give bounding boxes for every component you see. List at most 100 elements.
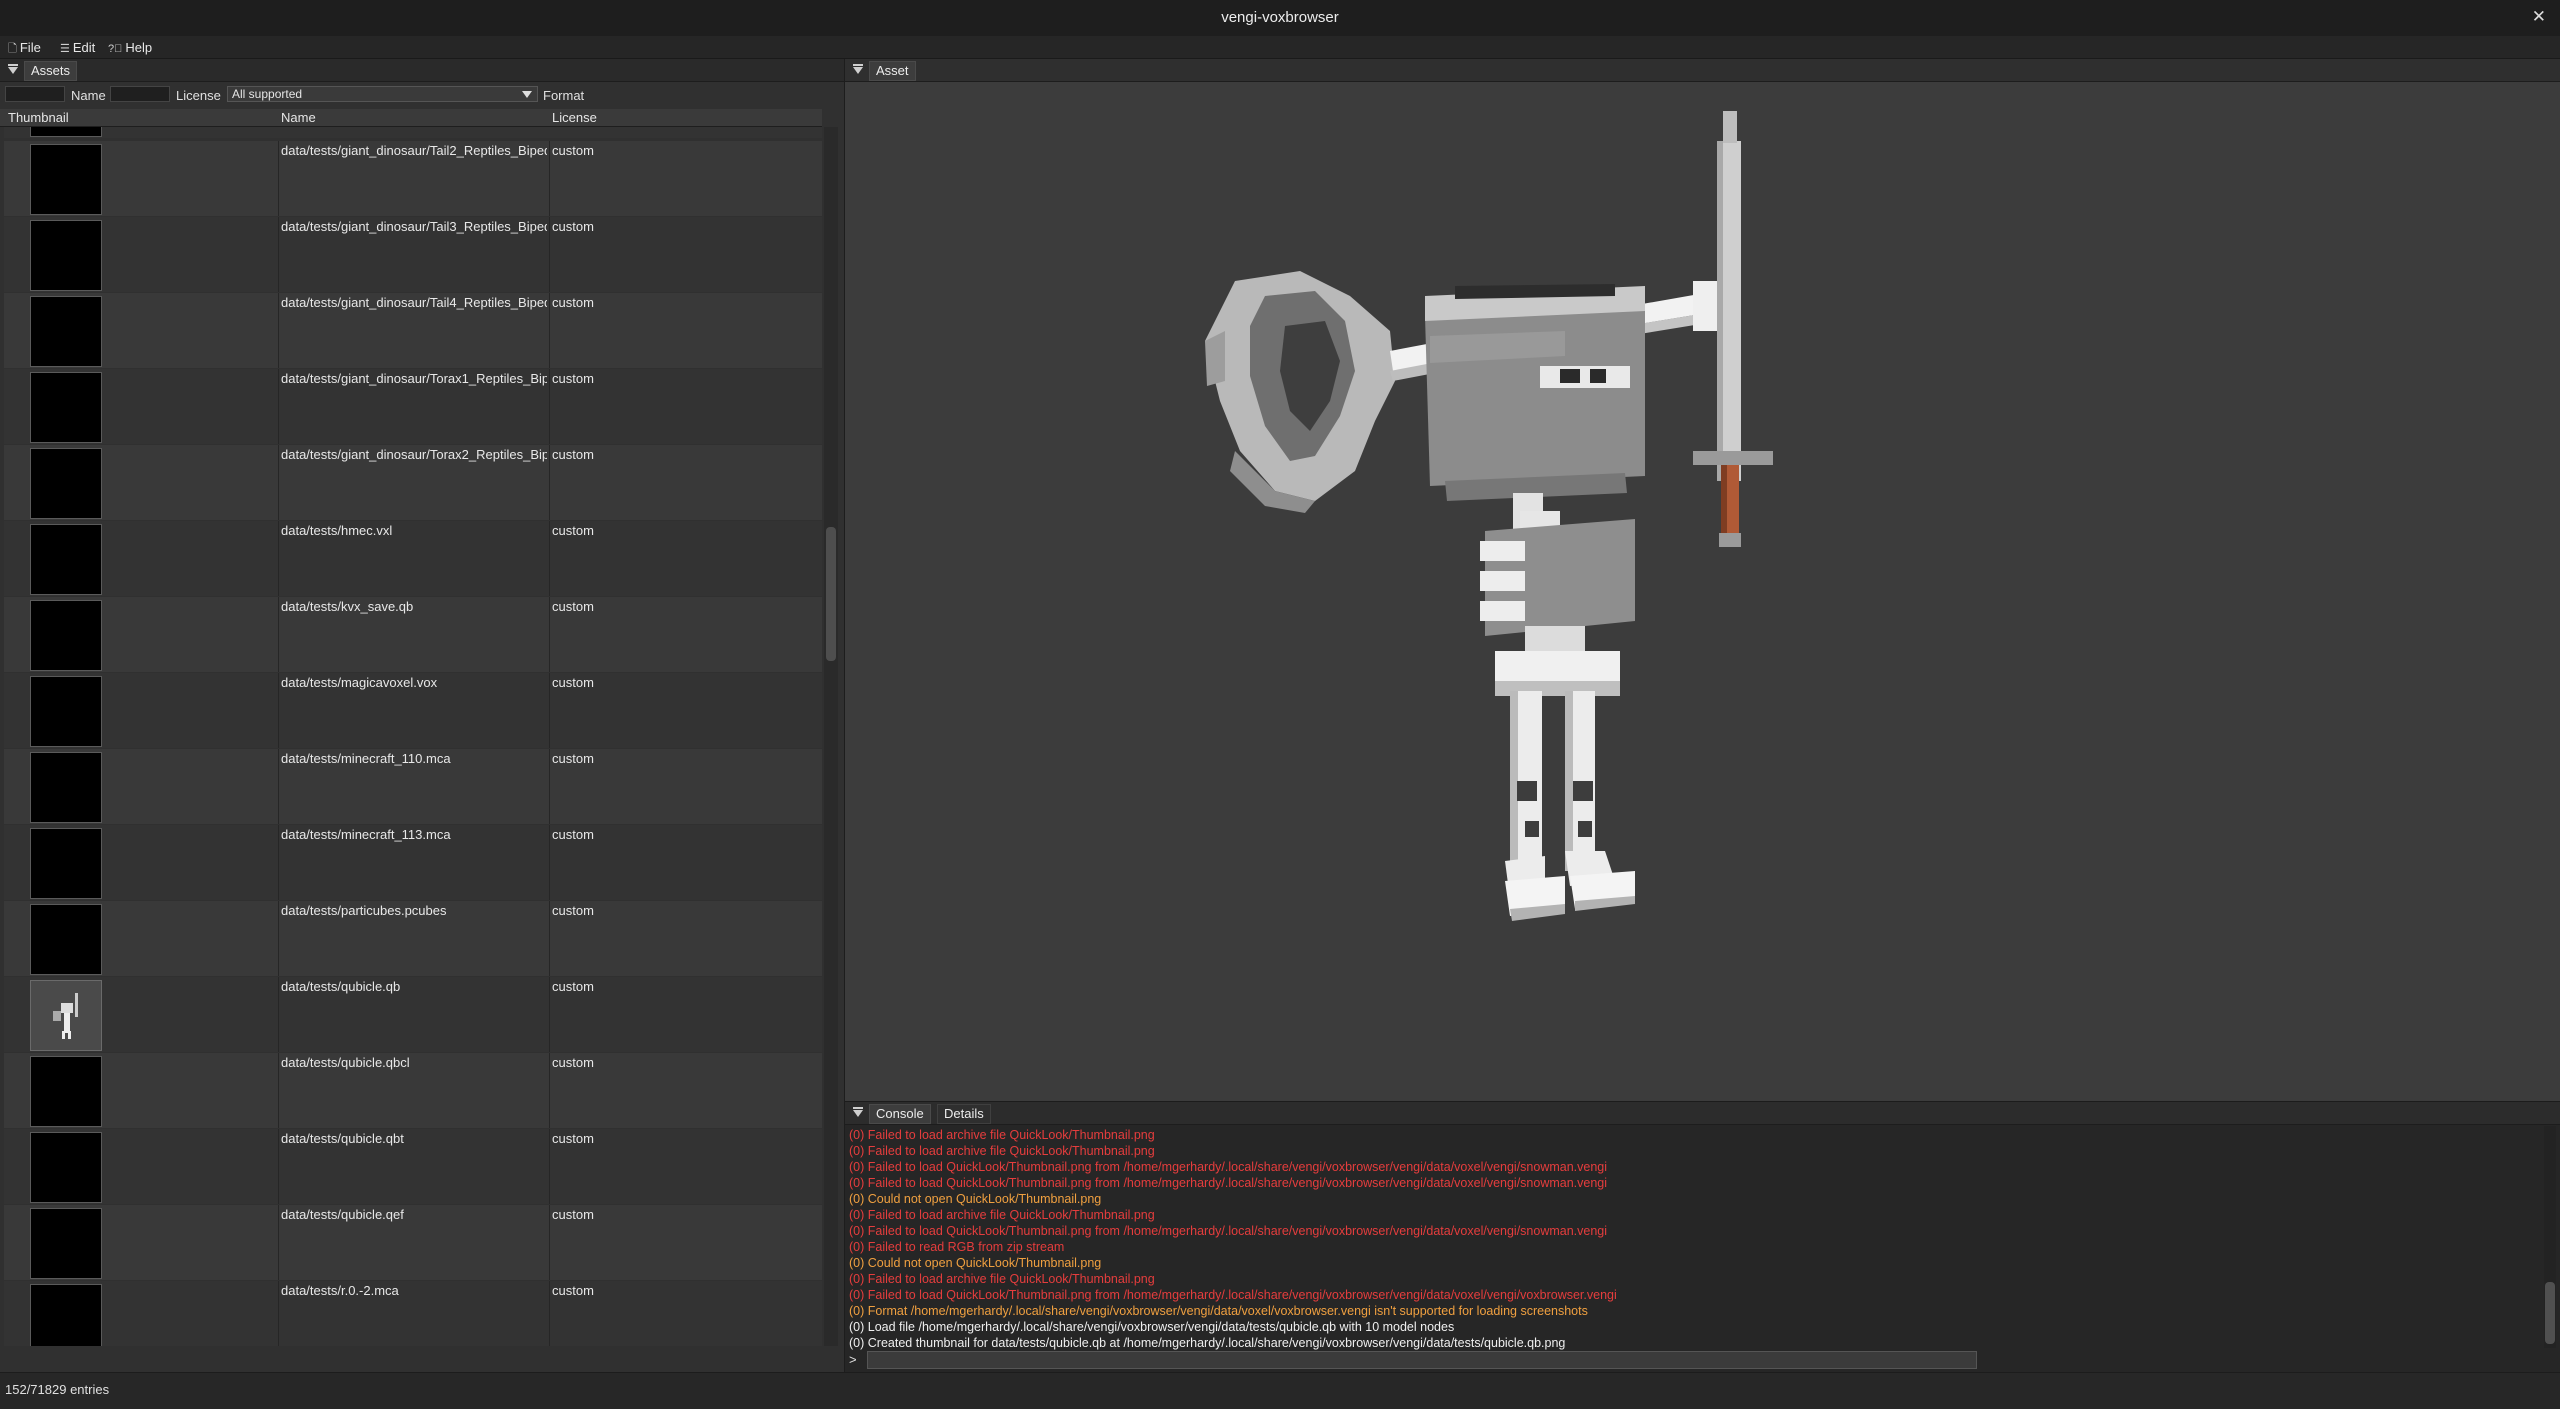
log-line-warn: (0) Could not open QuickLook/Thumbnail.p… — [849, 1256, 1102, 1270]
asset-name: data/tests/particubes.pcubes — [281, 903, 447, 918]
log-line-info: (0) Load file /home/mgerhardy/.local/sha… — [849, 1320, 1455, 1334]
console-scrollbar-thumb[interactable] — [2545, 1282, 2555, 1344]
thumbnail[interactable] — [30, 220, 102, 291]
column-divider — [549, 977, 550, 1052]
thumbnail[interactable] — [30, 904, 102, 975]
log-line-warn: (0) Format /home/mgerhardy/.local/share/… — [849, 1304, 1588, 1318]
file-icon: 🗋 — [8, 43, 17, 55]
asset-license: custom — [552, 1283, 594, 1298]
thumbnail[interactable] — [30, 448, 102, 519]
column-header-thumbnail[interactable]: Thumbnail — [8, 110, 69, 125]
thumbnail[interactable] — [30, 127, 102, 137]
asset-license: custom — [552, 447, 594, 462]
table-row[interactable]: data/tests/r.0.-2.mca custom — [4, 1281, 822, 1346]
table-row[interactable]: data/tests/giant_dinosaur/Torax2_Reptile… — [4, 445, 822, 520]
table-row[interactable]: data/tests/qubicle.qef custom — [4, 1205, 822, 1280]
asset-license: custom — [552, 219, 594, 234]
assets-scrollbar[interactable] — [824, 127, 838, 1346]
torso-model — [1480, 511, 1635, 696]
asset-name: data/tests/giant_dinosaur/Tail3_Reptiles… — [281, 219, 547, 234]
asset-name: data/tests/qubicle.qbt — [281, 1131, 404, 1146]
table-row[interactable]: data/tests/particubes.pcubes custom — [4, 901, 822, 976]
thumbnail[interactable] — [30, 372, 102, 443]
close-icon[interactable]: ✕ — [2532, 7, 2546, 27]
thumbnail[interactable] — [30, 752, 102, 823]
console-scrollbar[interactable] — [2544, 1126, 2556, 1348]
chevron-down-icon — [522, 91, 532, 98]
table-row[interactable]: data/tests/giant_dinosaur/Torax1_Reptile… — [4, 369, 822, 444]
console-tabstrip: Console Details — [845, 1102, 2560, 1125]
table-row[interactable]: data/tests/kvx_save.qb custom — [4, 597, 822, 672]
console-prompt: > — [849, 1352, 857, 1367]
thumbnail[interactable] — [30, 1208, 102, 1279]
menu-lines-icon: ☰ — [60, 43, 70, 55]
column-divider — [549, 749, 550, 824]
thumbnail[interactable] — [30, 828, 102, 899]
column-divider — [549, 1053, 550, 1128]
window-title: vengi-voxbrowser — [1221, 9, 1339, 26]
thumbnail[interactable] — [30, 600, 102, 671]
column-divider — [549, 1129, 550, 1204]
table-row[interactable]: data/tests/hmec.vxl custom — [4, 521, 822, 596]
table-row[interactable]: data/tests/minecraft_113.mca custom — [4, 825, 822, 900]
log-line-error: (0) Failed to load QuickLook/Thumbnail.p… — [849, 1160, 1608, 1174]
license-select[interactable]: All supported — [227, 86, 538, 102]
asset-name: data/tests/minecraft_110.mca — [281, 751, 451, 766]
table-row[interactable]: data/tests/qubicle.qbcl custom — [4, 1053, 822, 1128]
console-command-input[interactable] — [867, 1351, 1977, 1369]
column-divider — [549, 141, 550, 216]
menu-help[interactable]: ?⃝ Help — [108, 40, 152, 55]
column-divider — [278, 977, 279, 1052]
collapse-triangle-icon[interactable] — [8, 64, 18, 74]
table-row[interactable]: data/tests/giant_dinosaur/Tail4_Reptiles… — [4, 293, 822, 368]
thumbnail[interactable] — [30, 296, 102, 367]
format-filter-label: Format — [543, 88, 585, 103]
3d-viewport[interactable] — [845, 81, 2560, 1101]
column-header-name[interactable]: Name — [281, 110, 316, 125]
collapse-triangle-icon[interactable] — [853, 1107, 863, 1117]
tab-console[interactable]: Console — [869, 1104, 931, 1124]
assets-scrollbar-thumb[interactable] — [826, 527, 836, 661]
asset-name: data/tests/kvx_save.qb — [281, 599, 414, 614]
tab-assets[interactable]: Assets — [24, 61, 78, 81]
table-row[interactable]: data/tests/magicavoxel.vox custom — [4, 673, 822, 748]
column-divider — [278, 1053, 279, 1128]
asset-tabstrip: Asset — [845, 59, 2560, 82]
table-row[interactable]: data/tests/giant_dinosaur/Tail2_Reptiles… — [4, 141, 822, 216]
column-divider — [278, 673, 279, 748]
table-row[interactable] — [4, 127, 822, 138]
search-input[interactable] — [5, 86, 65, 102]
table-row[interactable]: data/tests/giant_dinosaur/Tail3_Reptiles… — [4, 217, 822, 292]
log-line-error: (0) Failed to load archive file QuickLoo… — [849, 1208, 1155, 1222]
asset-license: custom — [552, 1055, 594, 1070]
column-divider — [549, 597, 550, 672]
skull-model — [1425, 284, 1645, 533]
asset-panel: Asset — [845, 59, 2560, 1101]
collapse-triangle-icon[interactable] — [853, 64, 863, 74]
column-divider — [278, 597, 279, 672]
column-header-license[interactable]: License — [552, 110, 597, 125]
tab-asset[interactable]: Asset — [869, 61, 916, 81]
menu-edit[interactable]: ☰ Edit — [60, 40, 95, 55]
asset-name: data/tests/giant_dinosaur/Torax1_Reptile… — [281, 371, 547, 386]
thumbnail[interactable] — [30, 676, 102, 747]
thumbnail[interactable] — [30, 1284, 102, 1346]
menu-file[interactable]: 🗋 File — [8, 40, 41, 59]
log-line-error: (0) Failed to load QuickLook/Thumbnail.p… — [849, 1288, 1617, 1302]
thumbnail[interactable] — [30, 1056, 102, 1127]
voxel-model-preview — [1205, 111, 1773, 921]
tab-details[interactable]: Details — [937, 1104, 991, 1124]
column-divider — [549, 445, 550, 520]
thumbnail[interactable] — [30, 1132, 102, 1203]
table-row[interactable]: data/tests/qubicle.qb custom — [4, 977, 822, 1052]
name-filter-input[interactable] — [110, 86, 170, 102]
asset-license: custom — [552, 1207, 594, 1222]
thumbnail[interactable] — [30, 980, 102, 1051]
menu-file-label: File — [19, 40, 41, 55]
table-row[interactable]: data/tests/qubicle.qbt custom — [4, 1129, 822, 1204]
asset-license: custom — [552, 979, 594, 994]
table-row[interactable]: data/tests/minecraft_110.mca custom — [4, 749, 822, 824]
thumbnail[interactable] — [30, 144, 102, 215]
column-divider — [278, 901, 279, 976]
thumbnail[interactable] — [30, 524, 102, 595]
